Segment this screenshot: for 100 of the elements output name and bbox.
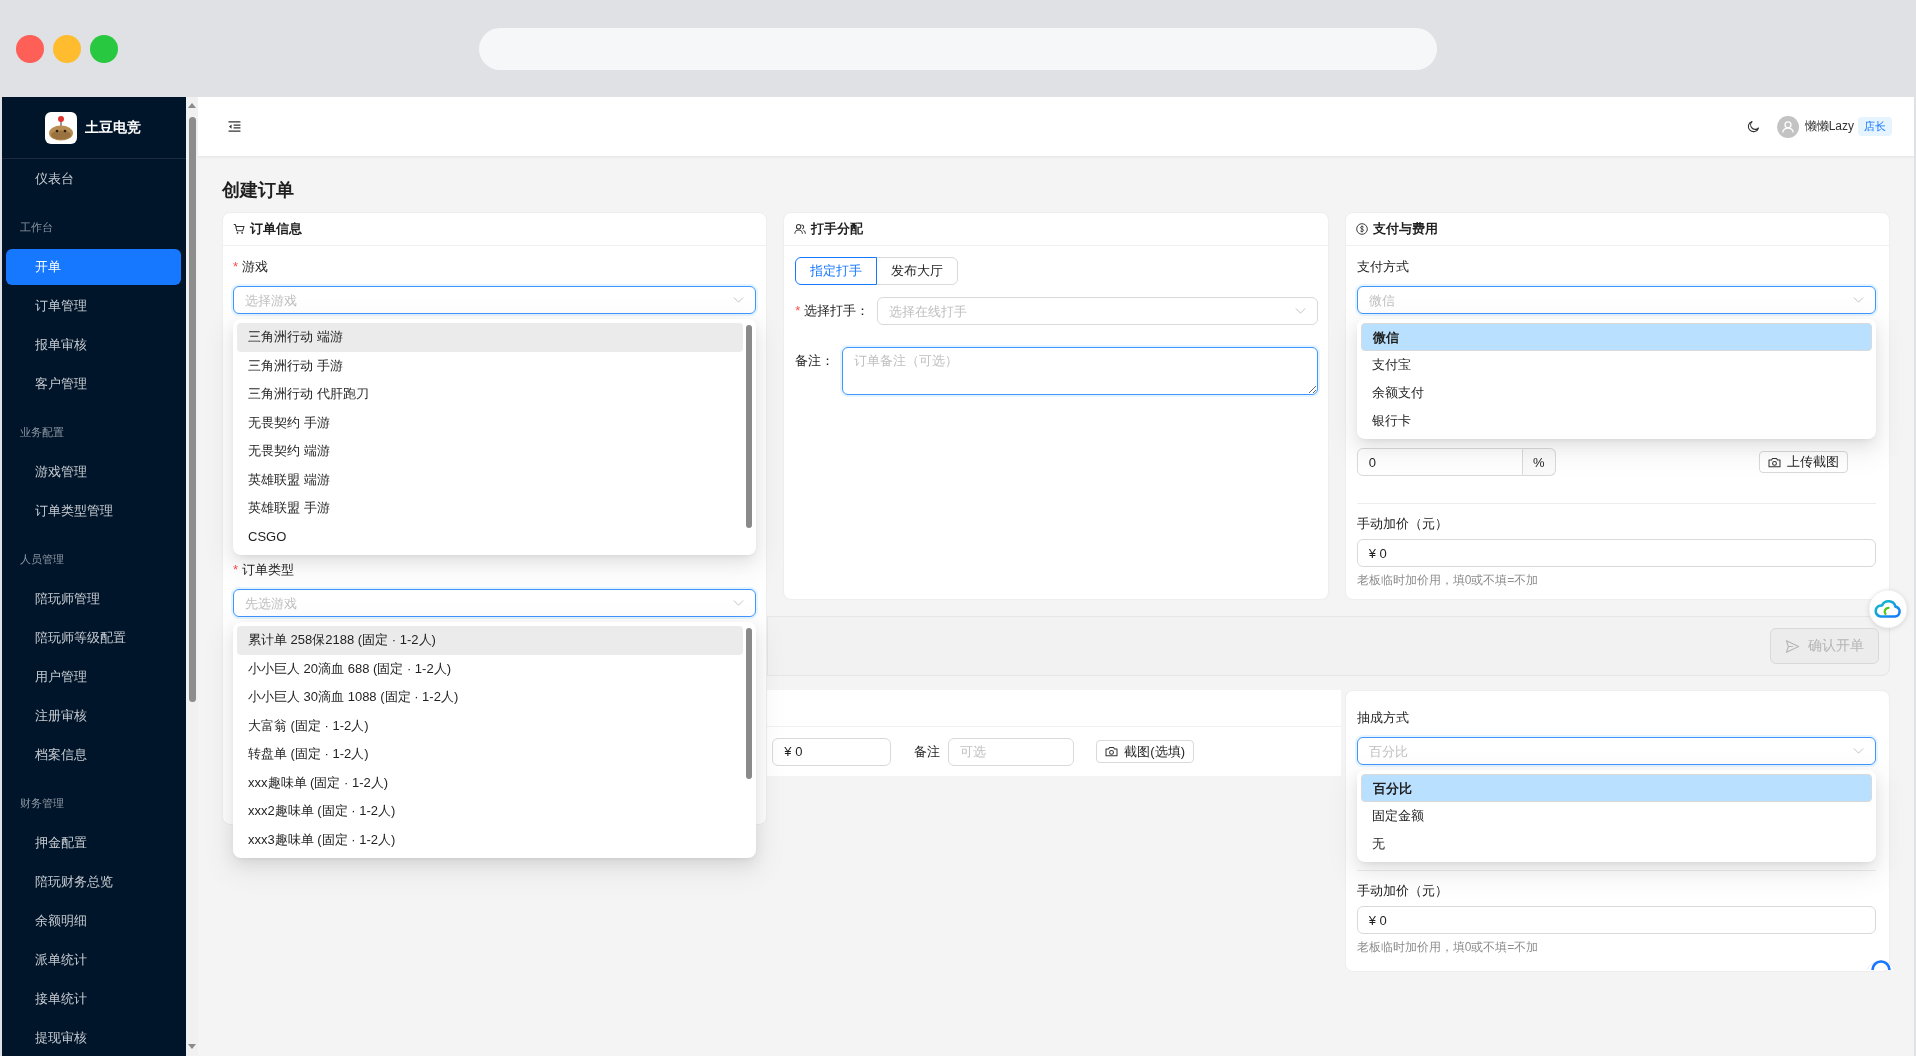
- field-label: 手动加价（元）: [1356, 882, 1448, 900]
- mode-tab[interactable]: 指定打手: [795, 257, 878, 285]
- menu-item[interactable]: 档案信息: [6, 736, 181, 773]
- send-icon: [1785, 638, 1800, 654]
- chevron-down-icon: [1853, 748, 1864, 754]
- field-label: 游戏: [242, 258, 269, 276]
- dropdown-option[interactable]: xxx3趣味单 (固定 · 1-2人): [237, 825, 744, 854]
- dropdown-option[interactable]: 支付宝: [1360, 351, 1872, 379]
- cloud-icon[interactable]: [1868, 589, 1908, 629]
- menu-item[interactable]: 开单: [6, 248, 181, 285]
- role-badge: 店长: [1858, 117, 1892, 136]
- scroll-up-arrow-icon[interactable]: [188, 103, 196, 108]
- dropdown-option[interactable]: 小小巨人 30滴血 1088 (固定 · 1-2人): [237, 683, 744, 712]
- page-title: 创建订单: [222, 179, 295, 202]
- commission-select[interactable]: 百分比: [1356, 737, 1876, 765]
- scrollbar-thumb[interactable]: [188, 117, 196, 702]
- window-control-icon[interactable]: [90, 34, 118, 63]
- brand-name: 土豆电竞: [85, 118, 141, 137]
- camera-icon: [1768, 456, 1781, 468]
- rate-input[interactable]: 0: [1356, 448, 1523, 476]
- dropdown-option[interactable]: 无畏契约 端游: [237, 437, 744, 466]
- potato-logo-icon[interactable]: [45, 111, 77, 144]
- dropdown-option[interactable]: 累计单 258保2188 (固定 · 1-2人): [237, 626, 744, 655]
- menu-item[interactable]: 用户管理: [6, 658, 181, 695]
- game-select[interactable]: 选择游戏: [233, 286, 757, 314]
- dropdown-option[interactable]: 小小巨人 20滴血 688 (固定 · 1-2人): [237, 654, 744, 683]
- required-mark: *: [233, 258, 239, 276]
- dropdown-option[interactable]: 微信: [1360, 323, 1872, 351]
- required-mark: *: [233, 561, 239, 579]
- menu-item[interactable]: 提现审核: [6, 1019, 181, 1056]
- scrollbar-thumb[interactable]: [746, 628, 753, 779]
- chevron-down-icon: [1294, 308, 1306, 314]
- hint-text: 老板临时加价用，填0或不填=不加: [1356, 572, 1540, 589]
- amount-input[interactable]: ¥ 0: [772, 737, 892, 766]
- field-label: 备注：: [795, 352, 835, 370]
- dropdown-option[interactable]: xxx趣味单 (固定 · 1-2人): [237, 768, 744, 797]
- menu-item[interactable]: 仪表台: [6, 160, 181, 197]
- menu-item[interactable]: 派单统计: [6, 941, 181, 978]
- menu-group-label: 业务配置: [19, 425, 65, 440]
- upload-screenshot-button[interactable]: 上传截图: [1759, 451, 1848, 473]
- surcharge-input[interactable]: ¥ 0: [1356, 539, 1876, 567]
- dropdown-option[interactable]: 余额支付: [1360, 379, 1872, 407]
- unit-addon: %: [1522, 448, 1556, 476]
- player-select[interactable]: 选择在线打手: [877, 297, 1318, 325]
- scrollbar[interactable]: [186, 97, 198, 1056]
- dropdown-option[interactable]: xxx2趣味单 (固定 · 1-2人): [237, 797, 744, 826]
- dropdown-option[interactable]: 无畏契约 手游: [237, 408, 744, 437]
- menu-item[interactable]: 陪玩师等级配置: [6, 619, 181, 656]
- payment-method-select[interactable]: 微信: [1356, 286, 1876, 314]
- menu-item[interactable]: 游戏管理: [6, 453, 181, 490]
- menu-item[interactable]: 余额明细: [6, 902, 181, 939]
- note-textarea[interactable]: 订单备注（可选）: [842, 347, 1318, 395]
- dropdown-option[interactable]: 转盘单 (固定 · 1-2人): [237, 740, 744, 769]
- dropdown-option[interactable]: 三角洲行动 端游: [237, 323, 744, 352]
- moon-icon[interactable]: [1746, 120, 1760, 133]
- order-type-select[interactable]: 先选游戏: [233, 589, 757, 617]
- menu-group-label: 人员管理: [19, 552, 65, 567]
- window-control-icon[interactable]: [16, 34, 44, 63]
- mode-tab[interactable]: 发布大厅: [876, 257, 959, 285]
- dropdown-option[interactable]: 百分比: [1360, 774, 1872, 802]
- menu-item[interactable]: 订单类型管理: [6, 492, 181, 529]
- surcharge-input[interactable]: ¥ 0: [1356, 906, 1876, 934]
- dropdown-option[interactable]: 英雄联盟 手游: [237, 494, 744, 523]
- dropdown-option[interactable]: 固定金额: [1360, 802, 1872, 830]
- arc-icon[interactable]: [1866, 958, 1896, 970]
- dropdown-option[interactable]: 英雄联盟 端游: [237, 465, 744, 494]
- menu-item[interactable]: 陪玩师管理: [6, 580, 181, 617]
- menu-fold-icon[interactable]: [228, 121, 241, 132]
- menu-item[interactable]: 注册审核: [6, 697, 181, 734]
- dropdown-option[interactable]: 三角洲行动 手游: [237, 351, 744, 380]
- dropdown-option[interactable]: 三角洲行动 代肝跑刀: [237, 380, 744, 409]
- menu-item[interactable]: 接单统计: [6, 980, 181, 1017]
- menu-group-label: 工作台: [19, 220, 54, 235]
- menu-item[interactable]: 陪玩财务总览: [6, 863, 181, 900]
- menu-group-label: 财务管理: [19, 796, 65, 811]
- required-mark: *: [795, 302, 801, 320]
- dollar-circle-icon: [1355, 223, 1368, 235]
- menu-item[interactable]: 客户管理: [6, 365, 181, 402]
- dropdown-option[interactable]: 无: [1360, 830, 1872, 858]
- card-title: 支付与费用: [1372, 220, 1438, 238]
- dropdown-option[interactable]: 大富翁 (固定 · 1-2人): [237, 711, 744, 740]
- card-title: 打手分配: [811, 220, 864, 238]
- menu-item[interactable]: 押金配置: [6, 824, 181, 861]
- dropdown-option[interactable]: CSGO: [237, 522, 744, 551]
- chevron-down-icon: [733, 297, 745, 303]
- chevron-down-icon: [733, 600, 745, 606]
- user-name: 懒懒Lazy: [1804, 118, 1854, 135]
- people-icon: [794, 223, 807, 235]
- note-input[interactable]: 可选: [948, 737, 1075, 766]
- scroll-down-arrow-icon[interactable]: [188, 1044, 196, 1049]
- field-label: 选择打手：: [804, 302, 870, 320]
- scrollbar-thumb[interactable]: [746, 325, 753, 528]
- screenshot-button[interactable]: 截图(选填): [1096, 740, 1194, 763]
- avatar-icon[interactable]: [1776, 115, 1799, 138]
- field-label: 备注: [914, 742, 941, 761]
- hint-text: 老板临时加价用，填0或不填=不加: [1356, 939, 1540, 956]
- chevron-down-icon: [1853, 297, 1864, 303]
- menu-item[interactable]: 订单管理: [6, 287, 181, 324]
- dropdown-option[interactable]: 银行卡: [1360, 407, 1872, 435]
- menu-item[interactable]: 报单审核: [6, 326, 181, 363]
